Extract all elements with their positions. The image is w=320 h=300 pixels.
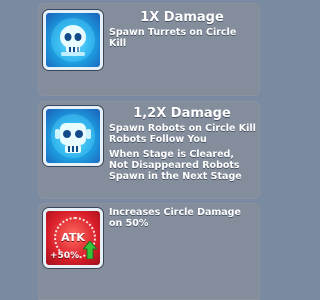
upgrade-title: 1X Damage xyxy=(140,10,224,25)
upgrade-description: Increases Circle Damage on 50% xyxy=(109,207,241,229)
upgrade-card-atk[interactable]: ATK +50% Increases Circle Damage on 50% xyxy=(38,203,260,300)
atk-badge-value: +50% xyxy=(50,251,80,261)
atk-boost-icon: ATK +50% xyxy=(43,208,103,268)
upgrade-card-robots[interactable]: 1,2X Damage Spawn Robots on Circle Kill … xyxy=(38,101,260,199)
arrow-up-icon xyxy=(83,241,97,259)
upgrade-description: Spawn Turrets on Circle Kill xyxy=(109,27,237,49)
upgrade-note: When Stage is Cleared, Not Disappeared R… xyxy=(109,149,242,182)
robot-skull-icon xyxy=(43,106,103,166)
upgrade-title: 1,2X Damage xyxy=(133,106,231,121)
upgrade-card-turrets[interactable]: 1X Damage Spawn Turrets on Circle Kill xyxy=(38,3,260,96)
turret-skull-icon xyxy=(43,10,103,70)
upgrade-description: Spawn Robots on Circle Kill Robots Follo… xyxy=(109,123,256,145)
